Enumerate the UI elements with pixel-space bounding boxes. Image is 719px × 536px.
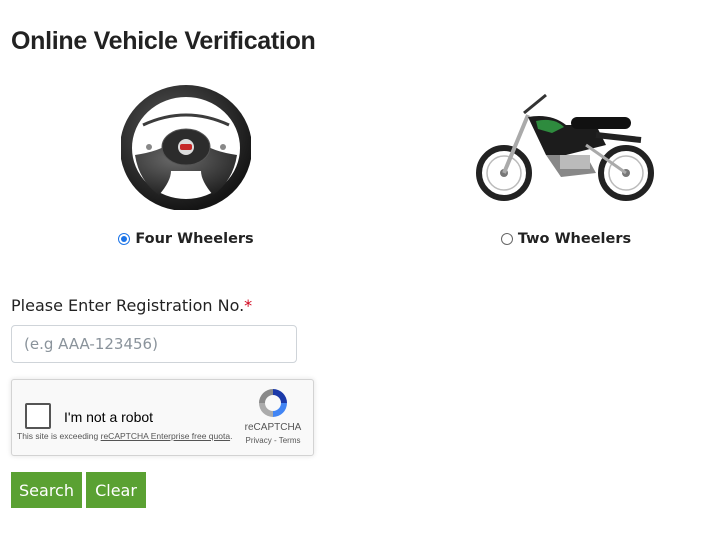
motorcycle-icon[interactable] [446,85,686,210]
recaptcha-logo-icon [259,389,287,417]
search-button[interactable]: Search [11,472,82,508]
two-wheelers-radio[interactable] [500,233,513,245]
recaptcha-checkbox[interactable] [25,403,51,429]
registration-input[interactable] [11,325,297,363]
recaptcha-brand: reCAPTCHA [244,422,302,433]
two-wheelers-label: Two Wheelers [517,231,632,247]
four-wheelers-radio[interactable] [118,233,131,245]
recaptcha-quota-link[interactable]: reCAPTCHA Enterprise free quota [101,431,230,441]
registration-label-text: Please Enter Registration No. [11,296,245,315]
recaptcha-links-separator: - [271,436,279,445]
two-wheelers-radio-row[interactable]: Two Wheelers [446,231,686,247]
two-wheelers-option[interactable]: Two Wheelers [446,85,686,247]
registration-label: Please Enter Registration No.* [11,296,252,315]
recaptcha-quota-warning: This site is exceeding reCAPTCHA Enterpr… [17,431,232,441]
recaptcha-checkbox-label: I'm not a robot [64,409,154,425]
four-wheelers-radio-row[interactable]: Four Wheelers [66,231,306,247]
recaptcha-warning-suffix: . [230,431,233,441]
required-mark: * [244,296,253,315]
recaptcha-widget: I'm not a robot This site is exceeding r… [11,379,314,456]
recaptcha-warning-prefix: This site is exceeding [17,431,101,441]
recaptcha-terms-link[interactable]: Terms [279,436,301,445]
clear-button[interactable]: Clear [86,472,146,508]
recaptcha-privacy-link[interactable]: Privacy [246,436,272,445]
recaptcha-links: Privacy - Terms [238,436,308,445]
page-title: Online Vehicle Verification [11,27,316,55]
four-wheelers-label: Four Wheelers [135,231,254,247]
steering-wheel-icon[interactable] [66,85,306,210]
four-wheelers-option[interactable]: Four Wheelers [66,85,306,247]
